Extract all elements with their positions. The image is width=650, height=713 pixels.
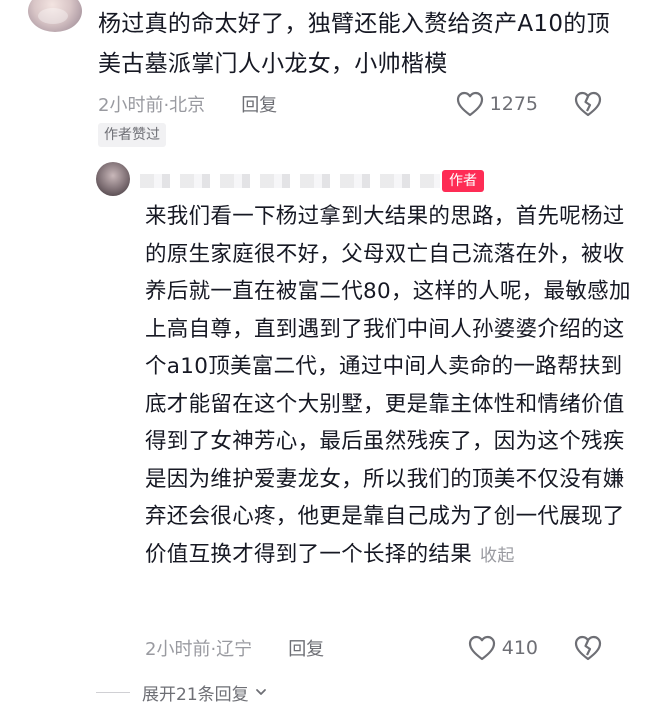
expand-divider	[96, 691, 130, 693]
comment-time-location: 2小时前·北京	[98, 95, 206, 116]
reply-meta-row: 2小时前·辽宁 回复 410	[145, 632, 628, 664]
broken-heart-icon[interactable]	[574, 90, 602, 118]
expand-replies-label: 展开21条回复	[142, 684, 249, 705]
comment-text: 杨过真的命太好了，独臂还能入赘给资产A10的顶美古墓派掌门人小龙女，小帅楷模	[98, 11, 610, 77]
reply-button[interactable]: 回复	[241, 91, 277, 117]
like-button[interactable]: 1275	[456, 91, 538, 117]
reply-reply-button[interactable]: 回复	[288, 635, 324, 661]
reply-like-button[interactable]: 410	[468, 635, 538, 661]
reply-comment-text: 来我们看一下杨过拿到大结果的思路，首先呢杨过的原生家庭很不好，父母双亡自己流落在…	[145, 198, 635, 575]
heart-outline-icon	[468, 635, 495, 661]
commenter-avatar[interactable]	[28, 0, 82, 32]
heart-outline-icon	[456, 91, 483, 117]
collapse-button[interactable]: 收起	[480, 546, 515, 566]
chevron-down-icon	[255, 689, 266, 695]
author-liked-badge: 作者赞过	[98, 123, 166, 147]
reply-avatar[interactable]	[96, 162, 130, 196]
reply-time-location: 2小时前·辽宁	[145, 639, 253, 660]
expand-replies-button[interactable]: 展开21条回复	[96, 680, 267, 705]
reply-text-body: 来我们看一下杨过拿到大结果的思路，首先呢杨过的原生家庭很不好，父母双亡自己流落在…	[145, 204, 631, 567]
author-tag: 作者	[442, 170, 484, 192]
broken-heart-icon[interactable]	[574, 634, 602, 662]
redacted-username	[140, 174, 440, 188]
like-count: 1275	[489, 93, 538, 115]
reply-like-count: 410	[501, 637, 538, 659]
comment-meta-row: 2小时前·北京 回复 1275	[98, 88, 628, 120]
